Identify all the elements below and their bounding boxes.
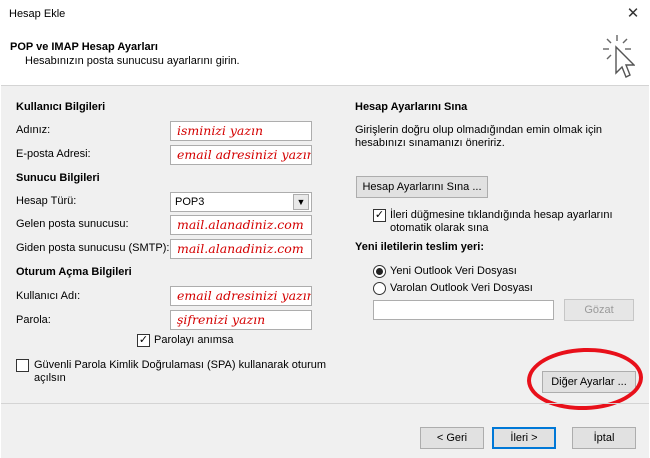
section-delivery: Yeni iletilerin teslim yeri:	[355, 241, 484, 253]
window-title: Hesap Ekle	[9, 8, 66, 20]
spa-label-line1: Güvenli Parola Kimlik Doğrulaması (SPA) …	[34, 359, 327, 371]
name-label: Adınız:	[16, 124, 51, 136]
header-title: POP ve IMAP Hesap Ayarları	[10, 41, 158, 53]
email-label: E-posta Adresi:	[16, 148, 91, 160]
username-label: Kullanıcı Adı:	[16, 290, 81, 302]
radio-existing-data-file[interactable]	[373, 282, 386, 295]
section-logon-info: Oturum Açma Bilgileri	[16, 266, 132, 278]
dialog-body: Kullanıcı Bilgileri Adınız: isminizi yaz…	[1, 86, 649, 458]
radio-new-data-file[interactable]	[373, 265, 386, 278]
radio-new-data-file-label: Yeni Outlook Veri Dosyası	[390, 265, 517, 277]
title-bar: Hesap Ekle ✕	[0, 0, 650, 30]
username-input[interactable]: email adresinizi yazın	[170, 286, 312, 306]
cancel-button[interactable]: İptal	[572, 427, 636, 449]
back-button[interactable]: < Geri	[420, 427, 484, 449]
section-server-info: Sunucu Bilgileri	[16, 172, 100, 184]
test-account-settings-button[interactable]: Hesap Ayarlarını Sına ...	[356, 176, 488, 198]
auto-test-checkbox[interactable]: ✓	[373, 209, 386, 222]
existing-data-file-path-input[interactable]	[373, 300, 554, 320]
incoming-server-label: Gelen posta sunucusu:	[16, 218, 129, 230]
section-user-info: Kullanıcı Bilgileri	[16, 101, 106, 113]
account-type-label: Hesap Türü:	[16, 195, 77, 207]
account-type-value: POP3	[175, 196, 205, 208]
dialog-header: POP ve IMAP Hesap Ayarları Hesabınızın p…	[1, 30, 649, 86]
outgoing-server-input[interactable]: mail.alanadiniz.com	[170, 239, 312, 259]
account-type-select[interactable]: POP3 ▼	[170, 192, 312, 212]
test-desc-line2: hesabınızı sınamanızı öneririz.	[355, 137, 505, 149]
radio-existing-data-file-label: Varolan Outlook Veri Dosyası	[390, 282, 533, 294]
remember-password-checkbox[interactable]: ✓	[137, 334, 150, 347]
browse-button[interactable]: Gözat	[564, 299, 634, 321]
incoming-server-input[interactable]: mail.alanadiniz.com	[170, 215, 312, 235]
next-button[interactable]: İleri >	[492, 427, 556, 449]
name-input[interactable]: isminizi yazın	[170, 121, 312, 141]
email-input[interactable]: email adresinizi yazın	[170, 145, 312, 165]
password-input[interactable]: şifrenizi yazın	[170, 310, 312, 330]
outgoing-server-label: Giden posta sunucusu (SMTP):	[16, 242, 170, 254]
spa-checkbox[interactable]	[16, 359, 29, 372]
close-icon[interactable]: ✕	[624, 5, 642, 23]
test-desc-line1: Girişlerin doğru olup olmadığından emin …	[355, 124, 603, 136]
footer-divider	[1, 403, 649, 404]
spa-label-line2: açılsın	[34, 372, 66, 384]
remember-password-label: Parolayı anımsa	[154, 334, 234, 346]
section-test-settings: Hesap Ayarlarını Sına	[355, 101, 468, 113]
password-label: Parola:	[16, 314, 51, 326]
auto-test-label-line1: İleri düğmesine tıklandığında hesap ayar…	[390, 209, 613, 221]
header-subtitle: Hesabınızın posta sunucusu ayarlarını gi…	[25, 55, 240, 67]
wizard-cursor-icon	[603, 35, 635, 78]
chevron-down-icon[interactable]: ▼	[293, 194, 309, 210]
auto-test-label-line2: otomatik olarak sına	[390, 222, 489, 234]
